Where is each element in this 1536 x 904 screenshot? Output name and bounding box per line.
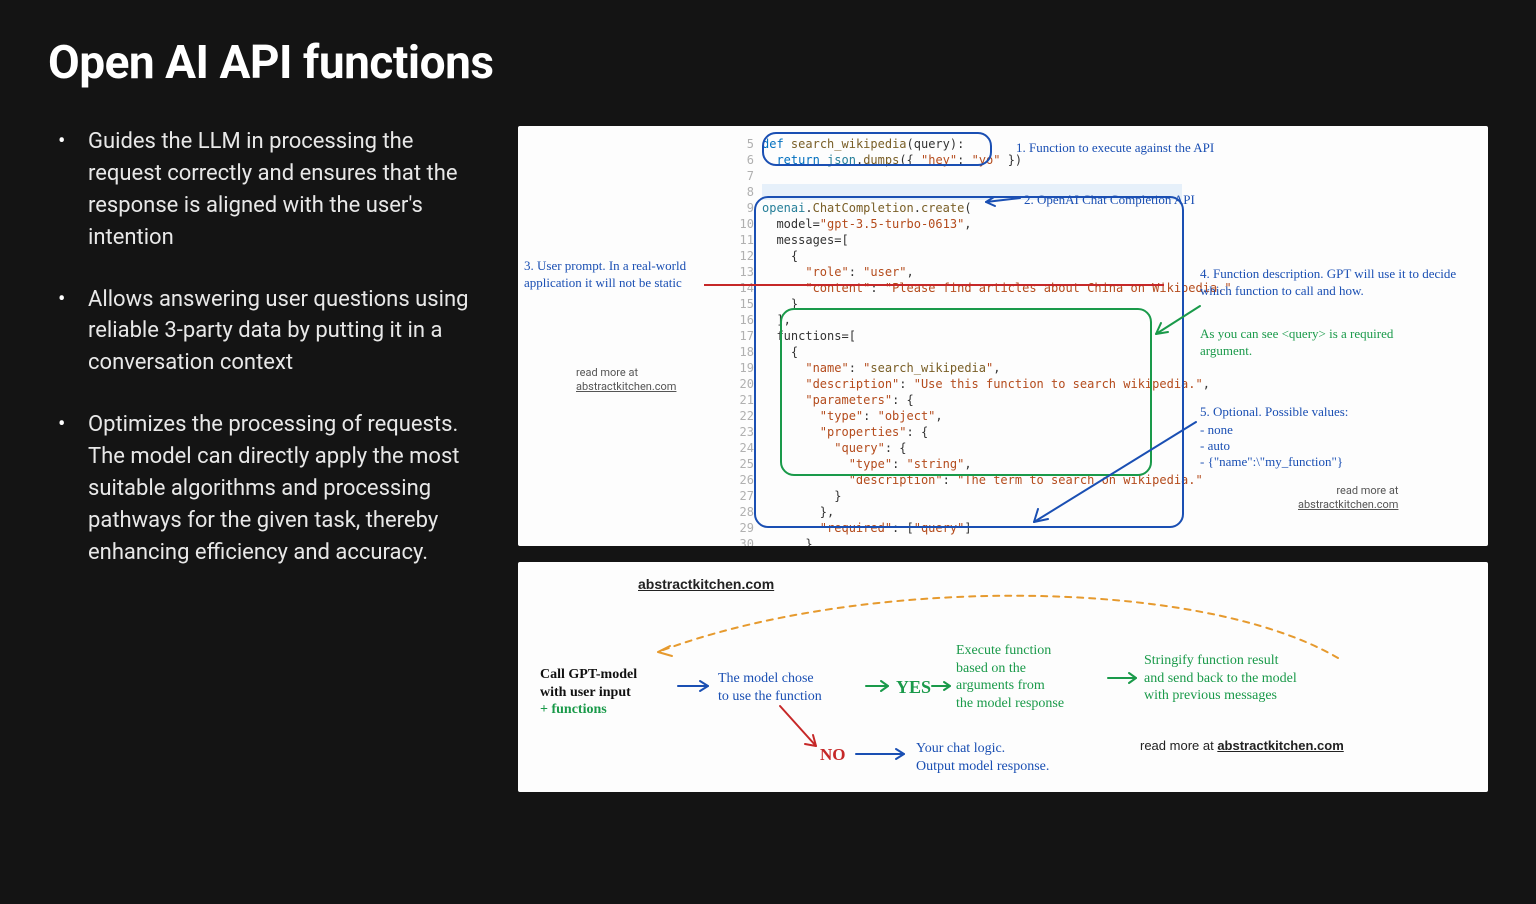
annotation-2: 2. OpenAI Chat Completion API — [1024, 192, 1195, 209]
read-more-right: read more at abstractkitchen.com — [1298, 484, 1398, 513]
annotation-5-v1: - none — [1200, 422, 1233, 439]
annotation-3: 3. User prompt. In a real-world applicat… — [524, 258, 734, 292]
flow-label-yes: YES — [896, 676, 931, 699]
code-diagram-panel: 5678910111213141516171819202122232425262… — [518, 126, 1488, 546]
flow-read-more: read more at abstractkitchen.com — [1140, 738, 1344, 754]
slide-content: Guides the LLM in processing the request… — [48, 126, 1488, 792]
annotation-4b: As you can see <query> is a required arg… — [1200, 326, 1440, 360]
flow-step-chose: The model chose to use the function — [718, 670, 822, 705]
flow-step-else: Your chat logic. Output model response. — [916, 740, 1049, 775]
flow-diagram-panel: abstractkitchen.com Call GPT-model with … — [518, 562, 1488, 792]
flow-step-execute: Execute function based on the arguments … — [956, 642, 1064, 712]
annotation-5-v3: - {"name":\"my_function"} — [1200, 454, 1343, 471]
annotation-4a: 4. Function description. GPT will use it… — [1200, 266, 1466, 300]
bullet-column: Guides the LLM in processing the request… — [48, 126, 488, 792]
annotation-5-title: 5. Optional. Possible values: — [1200, 404, 1348, 421]
bullet-item: Guides the LLM in processing the request… — [48, 126, 488, 254]
flow-step-send-back: Stringify function result and send back … — [1144, 652, 1297, 705]
read-more-left: read more at abstractkitchen.com — [576, 366, 676, 395]
bullet-list: Guides the LLM in processing the request… — [48, 126, 488, 569]
arrow-icon — [1106, 670, 1142, 686]
annotation-1: 1. Function to execute against the API — [1016, 140, 1246, 157]
arrow-icon — [854, 748, 912, 762]
bullet-item: Optimizes the processing of requests. Th… — [48, 409, 488, 568]
arrow-icon — [930, 678, 956, 694]
bullet-item: Allows answering user questions using re… — [48, 284, 488, 380]
read-more-link[interactable]: abstractkitchen.com — [1298, 498, 1398, 511]
read-more-link[interactable]: abstractkitchen.com — [1217, 738, 1343, 753]
code-gutter: 5678910111213141516171819202122232425262… — [734, 136, 762, 546]
slide-title: Open AI API functions — [48, 36, 1488, 90]
annotation-5-v2: - auto — [1200, 438, 1230, 455]
arrow-icon — [864, 678, 894, 694]
arrow-icon — [776, 704, 826, 754]
read-more-link[interactable]: abstractkitchen.com — [576, 380, 676, 393]
arrow-icon — [676, 678, 716, 694]
flow-site-link[interactable]: abstractkitchen.com — [638, 576, 774, 592]
flow-step-call: Call GPT-model with user input + functio… — [540, 666, 637, 719]
flow-label-no: NO — [820, 744, 846, 765]
